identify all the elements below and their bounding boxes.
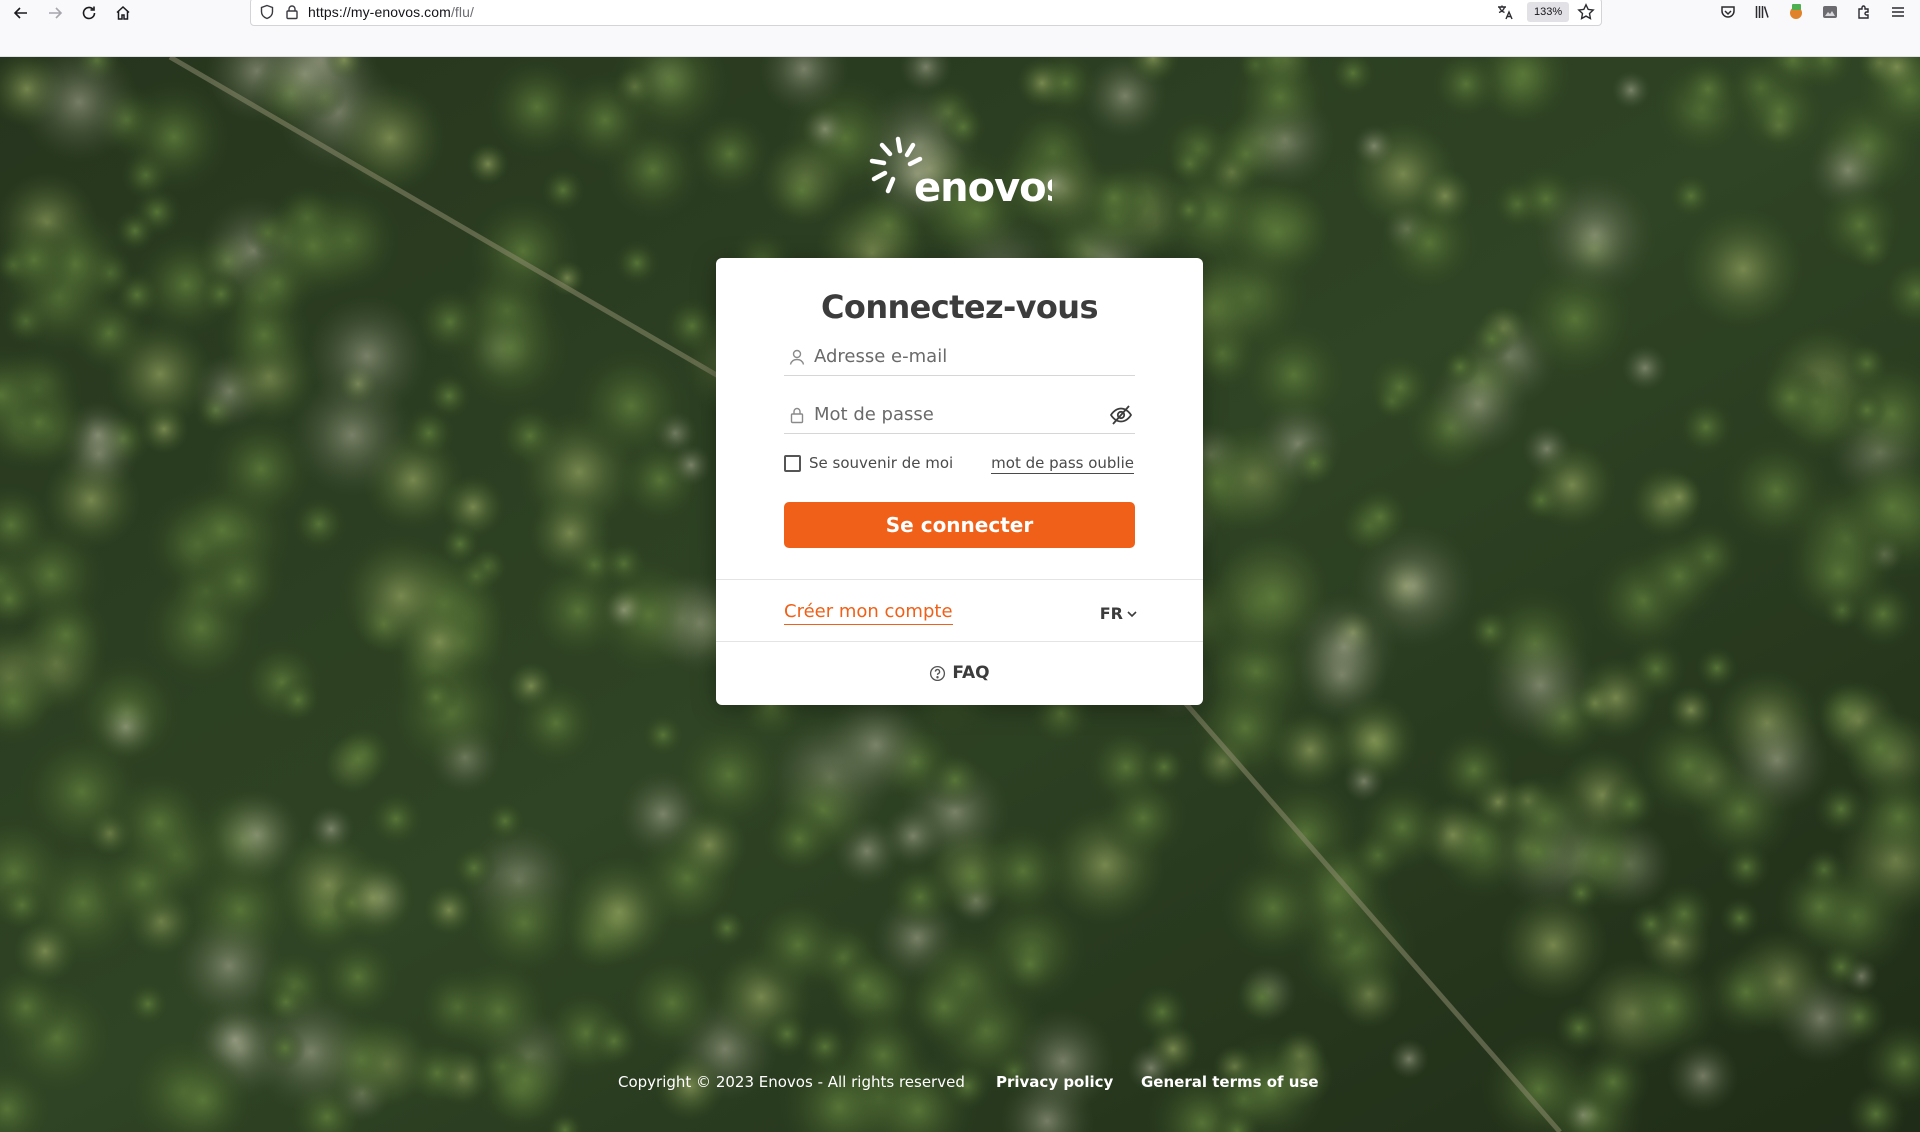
language-select[interactable]: FR: [1100, 604, 1137, 623]
reload-icon: [82, 6, 96, 20]
privacy-policy-link[interactable]: Privacy policy: [996, 1073, 1113, 1091]
login-title: Connectez-vous: [821, 288, 1098, 326]
menu-button[interactable]: [1888, 2, 1908, 22]
pocket-icon: [1721, 6, 1735, 18]
zoom-level-badge[interactable]: 133%: [1527, 2, 1570, 22]
remember-me-label[interactable]: Se souvenir de moi: [809, 454, 953, 472]
extensions-button[interactable]: [1854, 2, 1874, 22]
user-icon: [789, 349, 805, 365]
url-host: https://my-enovos.com: [308, 4, 451, 20]
shield-icon[interactable]: [259, 4, 275, 20]
create-account-link[interactable]: Créer mon compte: [784, 601, 953, 625]
copyright-text: Copyright © 2023 Enovos - All rights res…: [618, 1073, 965, 1091]
extension-2-button[interactable]: [1820, 2, 1840, 22]
url-path: /flu/: [450, 4, 475, 20]
question-circle-icon: [930, 665, 946, 681]
page-viewport: enovos Connectez-vous Se souvenir de moi…: [0, 57, 1920, 1132]
extension-badge-icon: [1790, 4, 1802, 19]
address-bar[interactable]: https://my-enovos.com/flu/ 133%: [250, 0, 1602, 26]
page-footer: Copyright © 2023 Enovos - All rights res…: [0, 1073, 1920, 1095]
faq-label: FAQ: [952, 663, 990, 683]
translate-icon[interactable]: [1496, 3, 1514, 21]
enovos-logo: enovos: [869, 136, 1052, 211]
email-input[interactable]: [814, 342, 1104, 370]
forward-button[interactable]: [40, 0, 70, 26]
forgot-password-link[interactable]: mot de pass oublie: [991, 454, 1134, 474]
library-icon: [1755, 6, 1769, 18]
extension-image-icon: [1823, 6, 1837, 18]
language-select-value: FR: [1099, 604, 1123, 623]
back-button[interactable]: [6, 0, 36, 26]
lock-icon[interactable]: [284, 4, 300, 20]
remember-me-checkbox[interactable]: [784, 455, 801, 472]
card-divider: [716, 641, 1203, 642]
eye-off-icon[interactable]: [1109, 404, 1133, 426]
email-field-wrapper: [784, 338, 1135, 376]
hamburger-menu-icon: [1892, 7, 1904, 17]
chevron-down-icon: [1127, 610, 1137, 617]
password-field-wrapper: [784, 396, 1135, 434]
home-icon: [116, 5, 130, 20]
library-button[interactable]: [1752, 2, 1772, 22]
terms-of-use-link[interactable]: General terms of use: [1141, 1073, 1319, 1091]
arrow-right-icon: [49, 7, 63, 19]
reload-button[interactable]: [74, 0, 104, 26]
browser-toolbar: https://my-enovos.com/flu/ 133%: [0, 0, 1920, 57]
logo-wordmark: enovos: [914, 165, 1052, 211]
card-divider: [716, 579, 1203, 580]
extension-1-button[interactable]: [1786, 2, 1806, 22]
login-submit-button[interactable]: Se connecter: [784, 502, 1135, 548]
arrow-left-icon: [13, 7, 27, 19]
pocket-button[interactable]: [1718, 2, 1738, 22]
lock-icon: [790, 407, 804, 424]
home-button[interactable]: [108, 0, 138, 26]
puzzle-icon: [1858, 5, 1869, 19]
bookmark-star-icon[interactable]: [1577, 3, 1595, 21]
password-input[interactable]: [814, 400, 1104, 428]
login-card: Connectez-vous Se souvenir de moi mot de…: [716, 258, 1203, 705]
url-text[interactable]: https://my-enovos.com/flu/: [308, 4, 474, 20]
faq-link[interactable]: FAQ: [716, 663, 1203, 683]
